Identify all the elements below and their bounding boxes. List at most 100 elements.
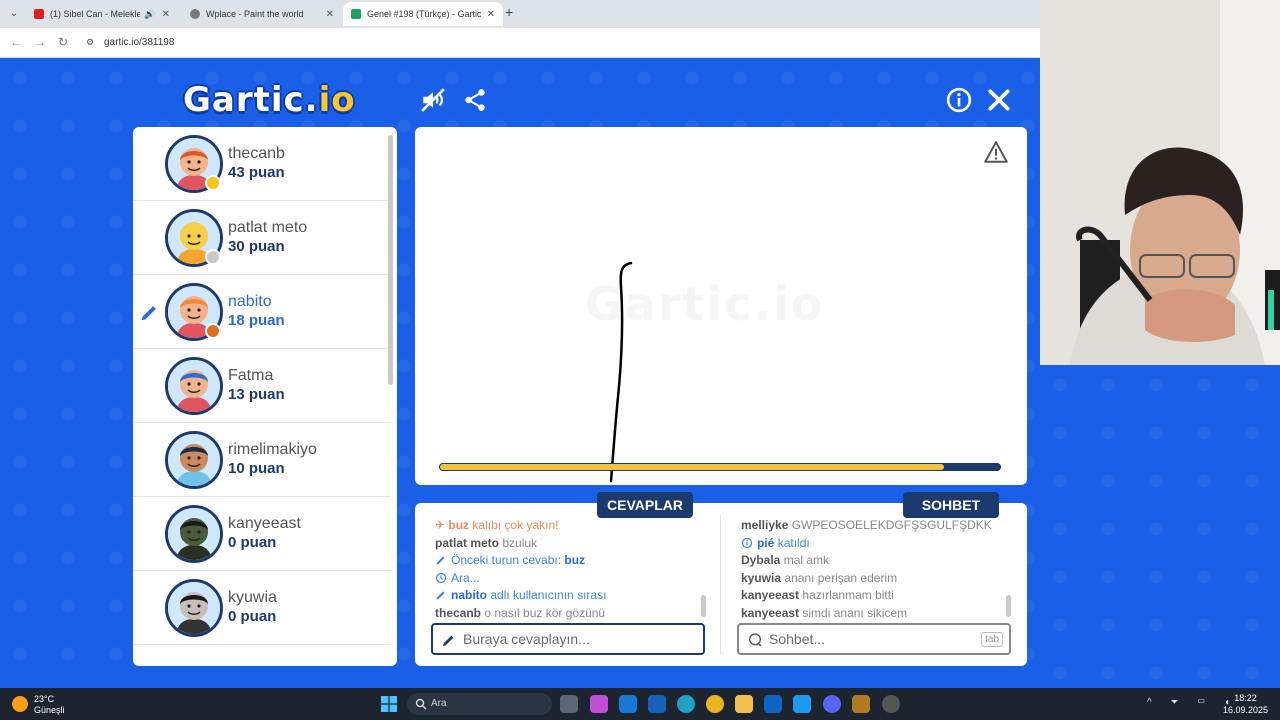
reload-icon[interactable]: ↻ <box>58 35 68 49</box>
browser-tab-wplace[interactable]: Wplace - Paint the world ✕ <box>182 2 342 26</box>
player-row[interactable]: kyuwia 0 puan <box>133 571 391 645</box>
chat-bubble-icon <box>749 633 762 647</box>
store-icon[interactable] <box>648 695 666 713</box>
drawing-pencil-icon <box>141 305 157 321</box>
chat-message: nabito adlı kullanıcının sırası <box>435 587 710 605</box>
discord-icon[interactable] <box>823 695 841 713</box>
player-row[interactable]: Fatma 13 puan <box>133 349 391 423</box>
taskbar-search[interactable]: Ara <box>407 693 552 715</box>
copilot-icon[interactable] <box>590 695 608 713</box>
app-icon[interactable] <box>882 695 900 713</box>
player-name: patlat meto <box>228 219 308 236</box>
close-tab-icon[interactable]: ✕ <box>326 9 334 20</box>
url-text[interactable]: gartic.io/381198 <box>104 37 174 48</box>
webcam-person-image <box>1040 0 1280 365</box>
chat-message: kanyeeast hazırlanmam bitti <box>741 588 894 602</box>
player-row[interactable]: nabito 18 puan <box>133 275 391 349</box>
browser-tab-gartic[interactable]: Genel #198 (Türkçe) - Gartic.io ✕ <box>343 2 503 26</box>
edge-icon[interactable] <box>677 695 695 713</box>
chrome-icon[interactable] <box>706 695 724 713</box>
avatar <box>165 505 223 563</box>
player-row[interactable]: patlat meto 30 puan <box>133 201 391 275</box>
avatar <box>165 579 223 637</box>
chat-message: thecanb o nasıl buz kör gözünü <box>435 605 606 620</box>
share-icon[interactable] <box>462 87 488 113</box>
player-drawing-stroke <box>609 261 633 483</box>
chat-message: pié katıldı <box>741 535 1016 553</box>
tab-search-chevron-icon[interactable]: ⌄ <box>6 6 22 22</box>
player-name: kyuwia <box>228 589 277 606</box>
avatar <box>165 431 223 489</box>
player-score: 13 puan <box>228 386 285 403</box>
tab-key-hint: tab <box>981 632 1003 647</box>
pencil-icon <box>436 556 445 565</box>
answer-input-box[interactable] <box>431 623 705 655</box>
chat-scrollbar[interactable] <box>1006 595 1011 617</box>
info-icon[interactable] <box>946 87 972 113</box>
answers-tab-button[interactable]: CEVAPLAR <box>597 492 693 518</box>
chat-message: kyuwia ananı perişan ederim <box>741 570 898 585</box>
answers-chat-panel: ✈ buz kalıbı çok yakın! patlat meto bzulu… <box>415 503 1027 666</box>
player-score: 43 puan <box>228 164 285 181</box>
youtube-favicon-icon <box>34 9 44 19</box>
player-name: kanyeeast <box>228 515 301 532</box>
windows-start-icon[interactable] <box>381 696 397 712</box>
gartic-favicon-icon <box>351 9 361 19</box>
gartic-logo: Gartic.io <box>183 80 356 120</box>
task-view-icon[interactable] <box>560 695 578 713</box>
rank-badge-icon <box>205 249 221 265</box>
clock[interactable]: 18:22 16.09.2025 <box>1223 692 1268 716</box>
rank-badge-icon <box>205 323 221 339</box>
new-tab-plus-icon[interactable]: + <box>505 4 513 20</box>
back-arrow-icon[interactable]: ← <box>10 35 22 49</box>
file-explorer-icon[interactable] <box>735 695 753 713</box>
players-scrollbar[interactable] <box>388 135 393 385</box>
windows-taskbar: 23°C Güneşli Ara ^ ⏷ ▭ ◖ 18:22 16.09.2025 <box>0 688 1280 720</box>
sound-muted-icon[interactable] <box>420 87 446 113</box>
pencil-icon <box>436 591 445 600</box>
game-background-edge <box>1040 365 1280 688</box>
twitter-icon[interactable] <box>793 695 811 713</box>
chat-tab-button[interactable]: SOHBET <box>903 492 999 518</box>
speaker-icon[interactable]: 🔊 <box>144 9 155 20</box>
player-score: 10 puan <box>228 460 285 477</box>
audio-app-icon[interactable] <box>852 695 870 713</box>
close-tab-icon[interactable]: ✕ <box>487 9 495 20</box>
panel-divider <box>720 515 721 655</box>
chat-message: kanyeeast simdi ananı sikicem <box>741 605 908 620</box>
player-name: Fatma <box>228 367 274 384</box>
site-info-icon[interactable]: ⚙ <box>86 37 98 49</box>
sun-weather-icon <box>12 696 28 712</box>
round-timer-fill <box>439 463 945 471</box>
clock-icon <box>435 572 447 583</box>
drawing-canvas[interactable]: Gartic.io <box>415 127 1027 485</box>
answers-list: ✈ buz kalıbı çok yakın! patlat meto bzulu… <box>435 517 710 622</box>
linkedin-icon[interactable] <box>764 695 782 713</box>
chat-message: ✈ buz kalıbı çok yakın! <box>435 518 559 532</box>
chat-message: Önceki turun cevabı: buz <box>435 552 710 570</box>
player-score: 0 puan <box>228 608 277 625</box>
player-row[interactable]: thecanb 43 puan <box>133 127 391 201</box>
close-game-icon[interactable] <box>986 87 1012 113</box>
rank-badge-icon <box>205 175 221 191</box>
player-row[interactable]: kanyeeast 0 puan <box>133 497 391 571</box>
hint-icon: ✈ <box>435 518 449 532</box>
outlook-icon[interactable] <box>619 695 637 713</box>
chat-list: melliyke GWPEOSOELEKDGFŞSGULFŞDKK pié kat… <box>741 517 1016 622</box>
webcam-overlay <box>1040 0 1280 365</box>
chat-input-box[interactable]: tab <box>737 623 1011 655</box>
forward-arrow-icon[interactable]: → <box>34 35 46 49</box>
chat-input[interactable] <box>769 625 979 653</box>
chat-message: Ara... <box>435 570 710 588</box>
player-name: thecanb <box>228 145 285 162</box>
players-panel: thecanb 43 puan patlat meto 30 puan nabito 18… <box>133 127 397 666</box>
player-score: 0 puan <box>228 534 277 551</box>
browser-tab-strip: ⌄ (1) Sibel Can - Melekler - Yo 🔊 ✕ Wpla… <box>0 0 1040 28</box>
answers-scrollbar[interactable] <box>701 595 706 617</box>
browser-tab-youtube[interactable]: (1) Sibel Can - Melekler - Yo 🔊 ✕ <box>26 2 178 26</box>
round-timer-bar <box>439 463 1001 471</box>
answer-input[interactable] <box>463 625 673 653</box>
close-tab-icon[interactable]: ✕ <box>162 9 170 20</box>
player-row[interactable]: rimelimakiyo 10 puan <box>133 423 391 497</box>
chat-message: patlat meto bzuluk <box>435 535 538 550</box>
